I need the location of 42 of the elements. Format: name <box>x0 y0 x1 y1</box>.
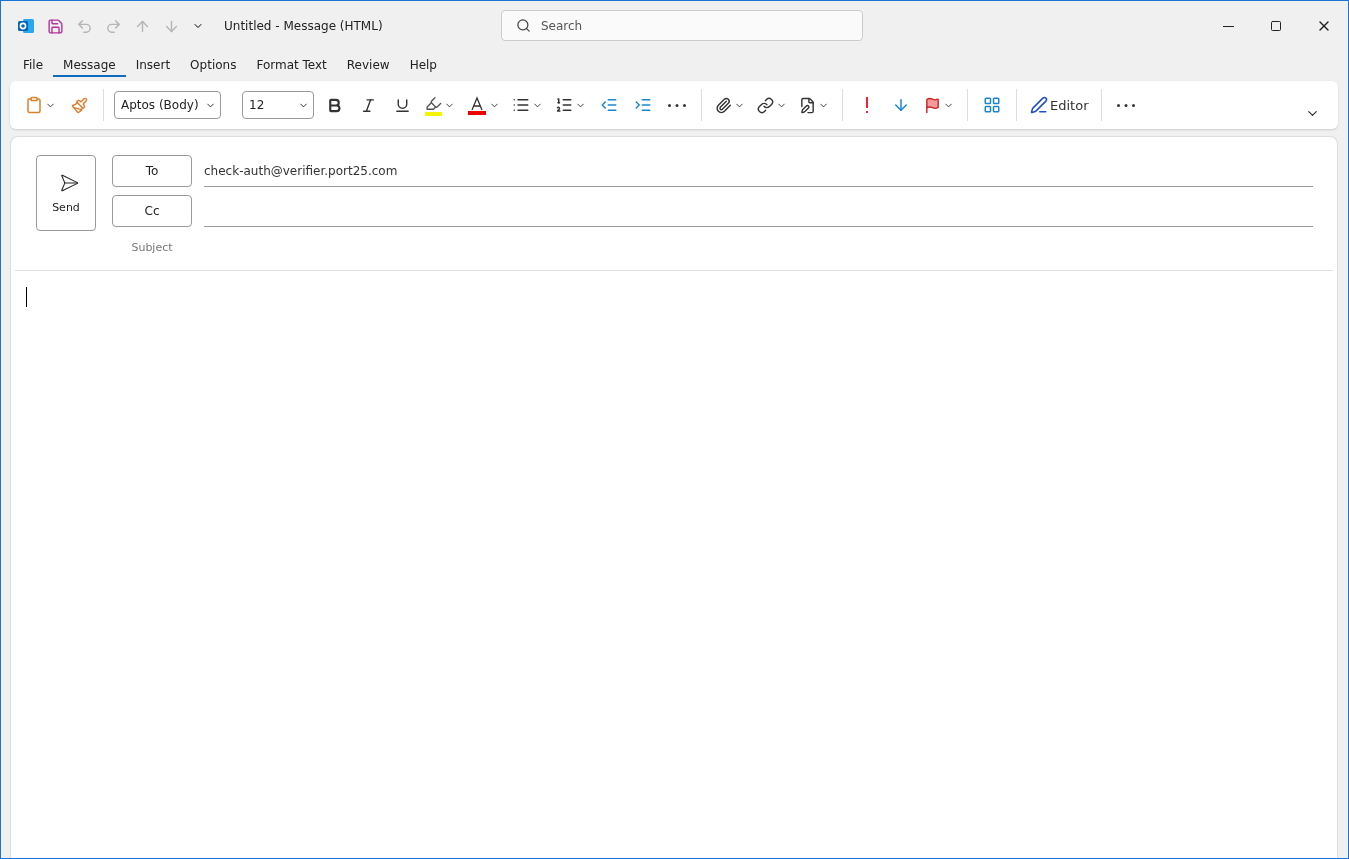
search-field[interactable]: Search <box>501 10 863 41</box>
bullet-list-icon <box>512 96 530 114</box>
pen-icon <box>1030 96 1048 114</box>
ribbon-tab[interactable]: Format Text <box>246 53 337 77</box>
more-icon <box>1117 103 1136 107</box>
to-button[interactable]: To <box>112 155 192 187</box>
indent-decrease-icon <box>600 96 618 114</box>
ribbon-tab[interactable]: Review <box>336 53 400 77</box>
flag-icon <box>924 96 941 114</box>
paperclip-icon <box>715 96 732 114</box>
down-arrow-icon <box>892 96 910 114</box>
numbered-list-icon <box>555 96 573 114</box>
font-color-icon <box>467 95 487 115</box>
paintbrush-icon <box>70 96 88 114</box>
save-icon[interactable] <box>47 17 64 35</box>
exclamation-icon <box>864 96 870 114</box>
mail-app-logo-icon <box>17 17 35 35</box>
text-cursor <box>26 287 27 307</box>
subject-label: Subject <box>130 240 174 256</box>
ribbon-tab[interactable]: Options <box>180 53 247 77</box>
maximize-icon <box>1270 20 1282 32</box>
send-button[interactable]: Send <box>36 155 96 231</box>
font-size-dropdown[interactable]: 12 <box>242 91 314 119</box>
ribbon-tab[interactable]: File <box>13 53 54 77</box>
to-field[interactable]: check-auth@verifier.port25.com <box>204 155 1313 187</box>
ribbon-tab[interactable]: Message <box>53 53 126 77</box>
underline-icon <box>393 96 411 114</box>
editor-button[interactable]: Editor <box>1027 89 1092 121</box>
indent-increase-icon <box>634 96 652 114</box>
signature-icon <box>799 96 816 114</box>
window-title: Untitled - Message (HTML) <box>224 19 383 33</box>
clipboard-icon <box>25 96 43 114</box>
ribbon-tab[interactable]: Help <box>399 53 447 77</box>
search-icon <box>516 18 531 33</box>
minimize-icon <box>1222 25 1234 27</box>
highlighter-icon <box>425 94 442 116</box>
apps-grid-icon <box>983 96 1001 114</box>
font-dropdown[interactable]: Aptos (Body) <box>114 91 221 119</box>
link-icon <box>757 96 774 114</box>
more-icon <box>668 103 686 107</box>
ribbon-tab[interactable]: Insert <box>125 53 181 77</box>
cc-button[interactable]: Cc <box>112 195 192 227</box>
